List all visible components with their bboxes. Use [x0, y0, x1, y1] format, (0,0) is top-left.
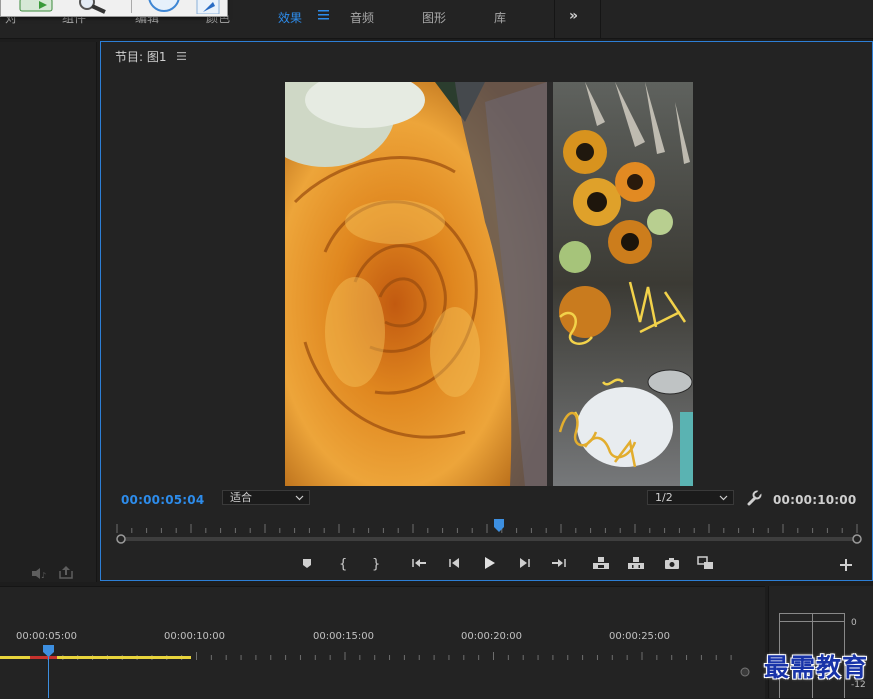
lift-icon[interactable] — [592, 554, 610, 572]
work-area-bar[interactable] — [0, 656, 191, 659]
step-back-icon[interactable] — [446, 554, 464, 572]
duration-timecode: 00:00:10:00 — [773, 493, 857, 507]
wrench-icon[interactable] — [746, 490, 762, 506]
panel-menu-icon[interactable] — [177, 52, 186, 60]
hamburger-menu-icon[interactable] — [318, 10, 329, 20]
camera-icon[interactable] — [663, 554, 681, 572]
playhead-icon[interactable] — [493, 519, 505, 532]
program-monitor: 节目: 图1 00:00:05:04 适合 1/2 00:00:10:00 {… — [100, 41, 873, 581]
chevron-down-icon — [295, 495, 304, 501]
step-forward-icon[interactable] — [515, 554, 533, 572]
workspace-tab-effects[interactable]: 效果 — [278, 9, 302, 26]
add-marker-icon[interactable] — [298, 554, 316, 572]
current-timecode[interactable]: 00:00:05:04 — [121, 493, 204, 507]
timeline-panel[interactable]: 00:00:05:00 00:00:10:00 00:00:15:00 00:0… — [0, 586, 765, 699]
resolution-dropdown-value: 1/2 — [655, 491, 673, 504]
timeline-time-label: 00:00:10:00 — [164, 631, 226, 642]
workspace-tab-libraries[interactable]: 库 — [494, 9, 506, 26]
watermark-logo: 最需教育 — [763, 653, 868, 682]
left-panel: ♪ — [0, 42, 97, 582]
audio-insert-icon[interactable]: ♪ — [31, 568, 47, 579]
workspace-tab-audio[interactable]: 音频 — [350, 9, 374, 26]
workspace-tab-graphics[interactable]: 图形 — [422, 9, 446, 26]
play-icon[interactable] — [480, 554, 498, 572]
meter-label-0: 0 — [851, 618, 857, 628]
resolution-dropdown[interactable]: 1/2 — [647, 490, 734, 505]
timeline-time-label: 00:00:20:00 — [461, 631, 523, 642]
pin-icon[interactable] — [195, 0, 223, 14]
monitor-time-ruler[interactable] — [115, 520, 861, 534]
mark-out-icon[interactable]: } — [366, 554, 384, 572]
floating-toolbar — [0, 0, 228, 17]
export-frame-icon[interactable] — [19, 0, 55, 14]
globe-icon[interactable] — [146, 0, 182, 12]
fit-dropdown[interactable]: 适合 — [222, 490, 310, 505]
export-icon[interactable] — [58, 566, 74, 579]
more-workspaces-icon[interactable]: » — [569, 8, 578, 24]
fit-dropdown-value: 适合 — [230, 491, 252, 504]
timeline-playhead-icon[interactable] — [43, 645, 54, 657]
timeline-time-label: 00:00:15:00 — [313, 631, 375, 642]
scroll-handle-icon[interactable] — [740, 667, 750, 677]
timeline-playhead-line — [48, 657, 49, 698]
add-button-icon[interactable] — [837, 556, 855, 574]
go-to-out-icon[interactable] — [549, 554, 567, 572]
comparison-view-icon[interactable] — [697, 554, 715, 572]
chevron-down-icon — [719, 495, 728, 501]
svg-text:♪: ♪ — [41, 571, 46, 579]
svg-text:{: { — [339, 557, 347, 572]
timeline-time-label: 00:00:05:00 — [16, 631, 78, 642]
video-preview[interactable] — [285, 82, 693, 486]
zoom-scrollbar[interactable] — [116, 534, 862, 544]
monitor-title[interactable]: 节目: 图1 — [115, 48, 167, 65]
go-to-in-icon[interactable] — [411, 554, 429, 572]
zoom-icon[interactable] — [71, 0, 111, 14]
mark-in-icon[interactable]: { — [334, 554, 352, 572]
extract-icon[interactable] — [627, 554, 645, 572]
timeline-time-label: 00:00:25:00 — [609, 631, 671, 642]
svg-text:}: } — [372, 557, 380, 572]
